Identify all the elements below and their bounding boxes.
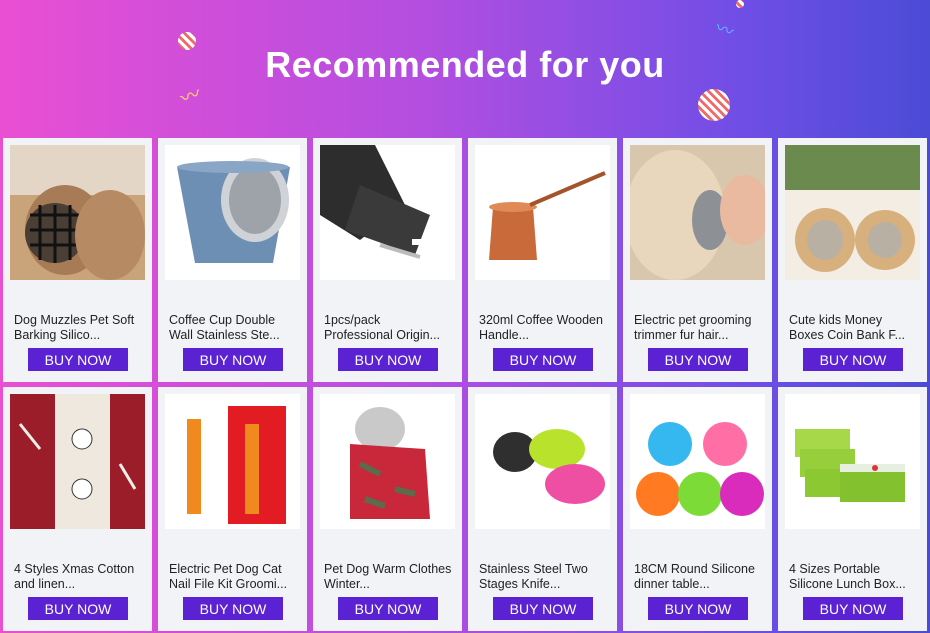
product-title[interactable]: 320ml Coffee Wooden Handle... xyxy=(479,313,607,343)
product-card[interactable]: Electric pet grooming trimmer fur hair..… xyxy=(623,138,772,382)
steel-cup-photo[interactable] xyxy=(165,145,300,280)
product-card[interactable]: 4 Styles Xmas Cotton and linen... BUY NO… xyxy=(3,387,152,631)
pet-grooming-photo[interactable] xyxy=(630,145,765,280)
silicone-mats-photo[interactable] xyxy=(630,394,765,529)
dog-clothes-photo[interactable] xyxy=(320,394,455,529)
knife-sharpener-photo[interactable] xyxy=(475,394,610,529)
product-title[interactable]: Cute kids Money Boxes Coin Bank F... xyxy=(789,313,917,343)
buy-now-button[interactable]: BUY NOW xyxy=(183,597,283,620)
buy-now-button[interactable]: BUY NOW xyxy=(183,348,283,371)
product-title[interactable]: 18CM Round Silicone dinner table... xyxy=(634,562,762,592)
hair-clipper-photo[interactable] xyxy=(320,145,455,280)
product-card[interactable]: 1pcs/pack Professional Origin... BUY NOW xyxy=(313,138,462,382)
product-title[interactable]: Electric Pet Dog Cat Nail File Kit Groom… xyxy=(169,562,297,592)
hero-banner: 〰 〰 Recommended for you xyxy=(0,0,930,138)
buy-now-button[interactable]: BUY NOW xyxy=(338,348,438,371)
buy-now-button[interactable]: BUY NOW xyxy=(338,597,438,620)
buy-now-button[interactable]: BUY NOW xyxy=(648,597,748,620)
product-title[interactable]: 4 Sizes Portable Silicone Lunch Box... xyxy=(789,562,917,592)
product-card[interactable]: 4 Sizes Portable Silicone Lunch Box... B… xyxy=(778,387,927,631)
product-title[interactable]: 1pcs/pack Professional Origin... xyxy=(324,313,452,343)
buy-now-button[interactable]: BUY NOW xyxy=(803,348,903,371)
product-card[interactable]: Coffee Cup Double Wall Stainless Ste... … xyxy=(158,138,307,382)
product-title[interactable]: Stainless Steel Two Stages Knife... xyxy=(479,562,607,592)
copper-coffee-pot-photo[interactable] xyxy=(475,145,610,280)
product-grid: Dog Muzzles Pet Soft Barking Silico... B… xyxy=(3,138,927,633)
decor-squiggle-icon: 〰 xyxy=(712,17,737,43)
buy-now-button[interactable]: BUY NOW xyxy=(493,597,593,620)
product-card[interactable]: Dog Muzzles Pet Soft Barking Silico... B… xyxy=(3,138,152,382)
xmas-table-runner-photo[interactable] xyxy=(10,394,145,529)
buy-now-button[interactable]: BUY NOW xyxy=(28,348,128,371)
product-title[interactable]: Electric pet grooming trimmer fur hair..… xyxy=(634,313,762,343)
product-card[interactable]: Stainless Steel Two Stages Knife... BUY … xyxy=(468,387,617,631)
product-title[interactable]: Pet Dog Warm Clothes Winter... xyxy=(324,562,452,592)
product-card[interactable]: Electric Pet Dog Cat Nail File Kit Groom… xyxy=(158,387,307,631)
product-title[interactable]: Coffee Cup Double Wall Stainless Ste... xyxy=(169,313,297,343)
nail-file-kit-photo[interactable] xyxy=(165,394,300,529)
buy-now-button[interactable]: BUY NOW xyxy=(648,348,748,371)
coin-bank-photo[interactable] xyxy=(785,145,920,280)
lunch-box-photo[interactable] xyxy=(785,394,920,529)
decor-ball-icon xyxy=(736,0,744,8)
product-card[interactable]: 18CM Round Silicone dinner table... BUY … xyxy=(623,387,772,631)
buy-now-button[interactable]: BUY NOW xyxy=(28,597,128,620)
product-card[interactable]: Pet Dog Warm Clothes Winter... BUY NOW xyxy=(313,387,462,631)
product-card[interactable]: 320ml Coffee Wooden Handle... BUY NOW xyxy=(468,138,617,382)
buy-now-button[interactable]: BUY NOW xyxy=(493,348,593,371)
dog-muzzle-photo[interactable] xyxy=(10,145,145,280)
product-card[interactable]: Cute kids Money Boxes Coin Bank F... BUY… xyxy=(778,138,927,382)
page-title: Recommended for you xyxy=(265,44,665,85)
product-title[interactable]: Dog Muzzles Pet Soft Barking Silico... xyxy=(14,313,142,343)
buy-now-button[interactable]: BUY NOW xyxy=(803,597,903,620)
product-title[interactable]: 4 Styles Xmas Cotton and linen... xyxy=(14,562,142,592)
decor-ball-icon xyxy=(698,89,730,121)
